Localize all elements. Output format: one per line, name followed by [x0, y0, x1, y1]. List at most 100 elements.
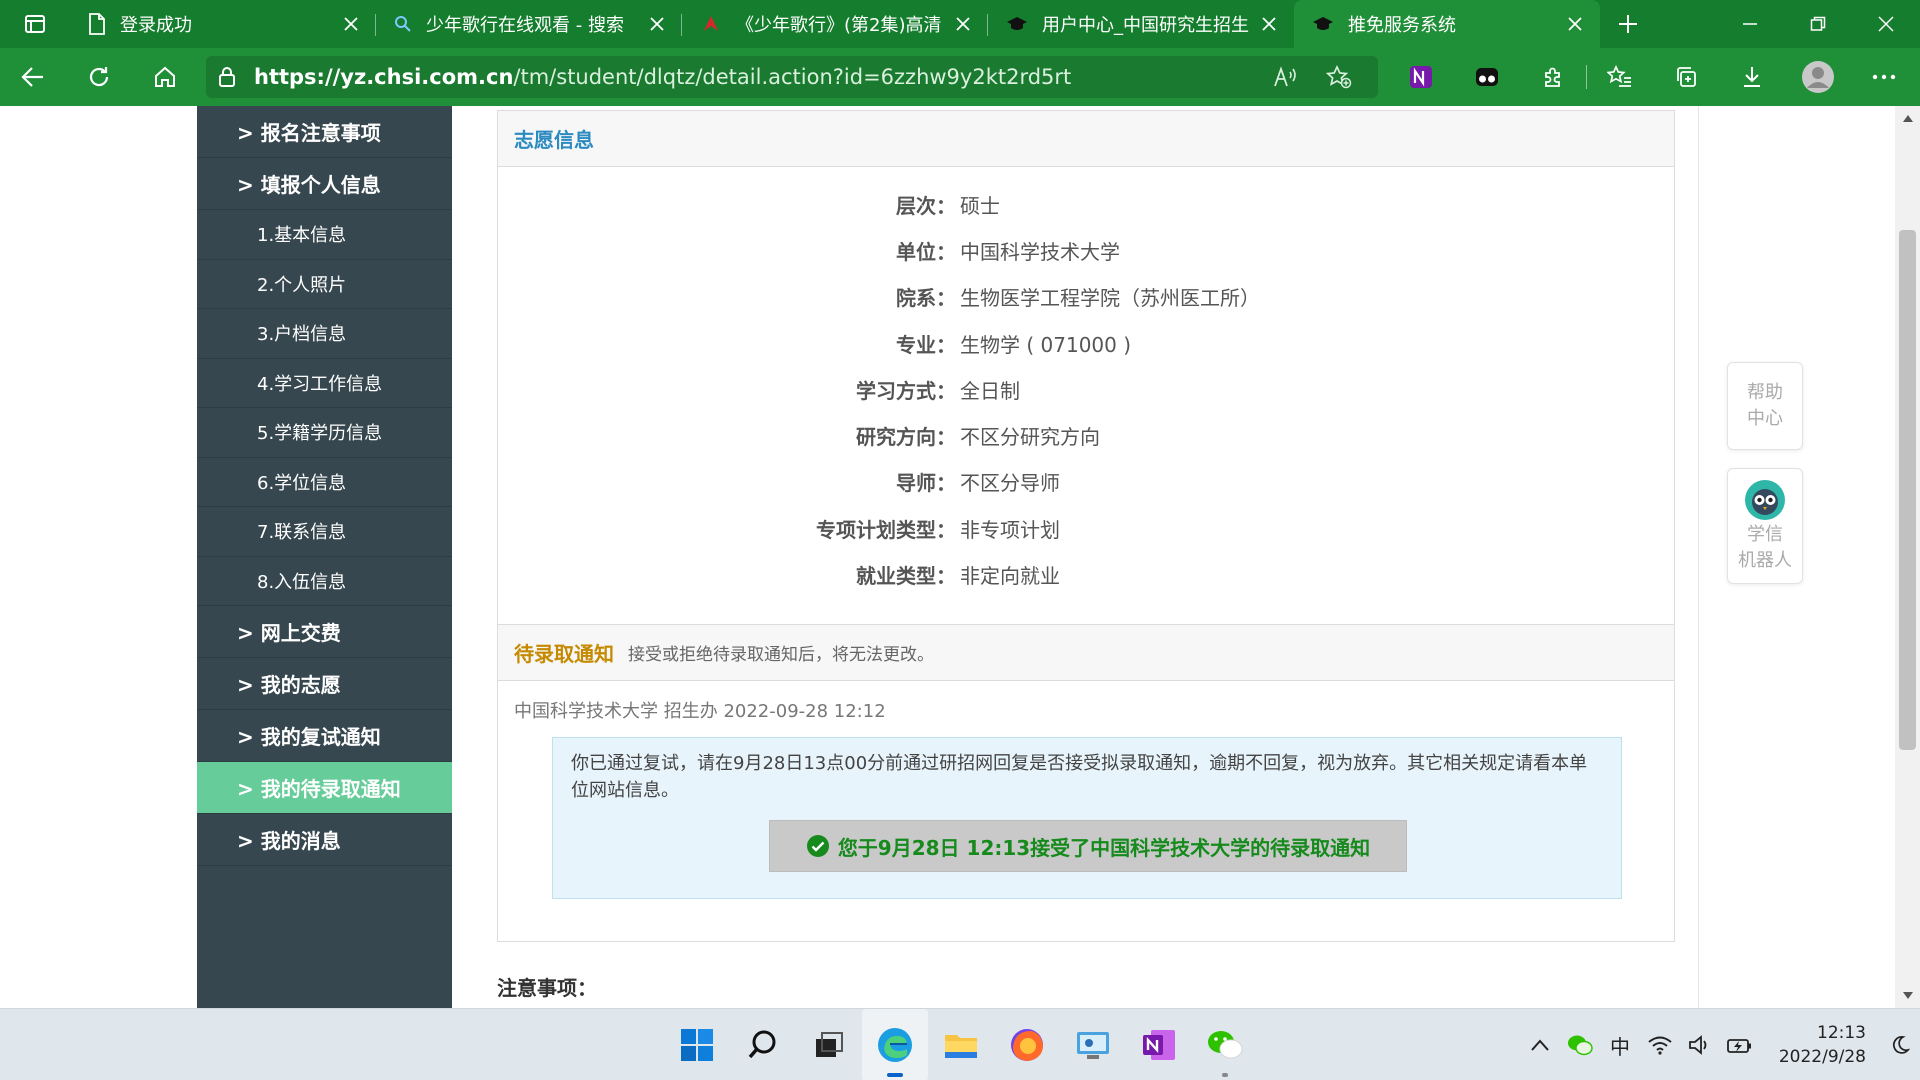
- robot-owl-icon: [1745, 480, 1785, 520]
- new-tab-button[interactable]: [1600, 0, 1656, 48]
- sidebar-item-5[interactable]: 4.学习工作信息: [197, 359, 452, 408]
- clock-date: 2022/9/28: [1778, 1047, 1866, 1067]
- downloads-button[interactable]: [1719, 48, 1785, 106]
- sidebar-item-4[interactable]: 3.户档信息: [197, 309, 452, 359]
- minimize-button[interactable]: [1716, 0, 1784, 48]
- sidebar-item-2[interactable]: 1.基本信息: [197, 210, 452, 260]
- show-hidden-icons-button[interactable]: [1520, 1009, 1560, 1080]
- sidebar-item-7[interactable]: 6.学位信息: [197, 458, 452, 507]
- info-label: 层次：: [896, 193, 956, 218]
- close-icon[interactable]: [646, 13, 668, 35]
- chsi-robot-button[interactable]: 学信 机器人: [1727, 468, 1803, 584]
- home-button[interactable]: [132, 48, 198, 106]
- profile-button[interactable]: [1785, 48, 1851, 106]
- info-row: 导师： 不区分导师: [498, 459, 1674, 505]
- help-center-button[interactable]: 帮助 中心: [1727, 362, 1803, 450]
- sidebar-item-label: 7.联系信息: [257, 522, 347, 544]
- system-tray: 中 12:13 2022/9/28: [1520, 1009, 1920, 1080]
- tab-login-success[interactable]: 登录成功: [70, 0, 376, 48]
- page-scrollbar[interactable]: [1895, 106, 1920, 1008]
- info-label: 院系：: [896, 286, 956, 311]
- tab-video[interactable]: 《少年歌行》(第2集)高清: [682, 0, 988, 48]
- notice-title: 待录取通知: [514, 642, 614, 666]
- toolbar-extensions: [1388, 48, 1917, 106]
- taskbar-clock[interactable]: 12:13 2022/9/28: [1770, 1021, 1866, 1069]
- refresh-button[interactable]: [66, 48, 132, 106]
- wifi-icon: [1648, 1036, 1672, 1055]
- taskbar-search-button[interactable]: [730, 1009, 796, 1080]
- taskbar-edge[interactable]: [862, 1009, 928, 1080]
- help-label-line1: 帮助: [1747, 382, 1783, 403]
- address-bar[interactable]: https://yz.chsi.com.cn/tm/student/dlqtz/…: [206, 56, 1378, 98]
- add-favorite-button[interactable]: [1312, 56, 1366, 98]
- sidebar-item-12[interactable]: > 我的复试通知: [197, 710, 452, 762]
- sidebar-item-11[interactable]: > 我的志愿: [197, 658, 452, 710]
- taskbar-onenote[interactable]: [1126, 1009, 1192, 1080]
- window-close-button[interactable]: [1852, 0, 1920, 48]
- scroll-thumb[interactable]: [1899, 230, 1916, 750]
- sidebar-item-3[interactable]: 2.个人照片: [197, 260, 452, 309]
- robot-label-line1: 学信: [1747, 524, 1783, 545]
- close-icon[interactable]: [1258, 13, 1280, 35]
- sidebar-item-13[interactable]: > 我的待录取通知: [197, 762, 452, 814]
- scroll-up-icon[interactable]: [1899, 108, 1916, 128]
- restore-icon: [1810, 16, 1826, 31]
- input-method-indicator[interactable]: 中: [1600, 1009, 1640, 1080]
- sidebar-item-9[interactable]: 8.入伍信息: [197, 557, 452, 606]
- extensions-button[interactable]: [1520, 48, 1586, 106]
- tab-user-center[interactable]: 用户中心_中国研究生招生: [988, 0, 1294, 48]
- taskbar-wechat[interactable]: [1192, 1009, 1258, 1080]
- tab-search[interactable]: 少年歌行在线观看 - 搜索: [376, 0, 682, 48]
- sidebar-item-label: > 网上交费: [237, 621, 341, 645]
- info-value: 不区分研究方向: [960, 425, 1100, 450]
- battery-button[interactable]: [1720, 1009, 1760, 1080]
- task-view-button[interactable]: [796, 1009, 862, 1080]
- info-value: 中国科学技术大学: [960, 239, 1120, 264]
- sidebar-item-14[interactable]: > 我的消息: [197, 814, 452, 866]
- sidebar-item-0[interactable]: > 报名注意事项: [197, 106, 452, 158]
- back-button[interactable]: [0, 48, 66, 106]
- close-icon[interactable]: [1564, 13, 1586, 35]
- volume-button[interactable]: [1680, 1009, 1720, 1080]
- info-value: 生物医学工程学院（苏州医工所）: [960, 286, 1260, 311]
- restore-button[interactable]: [1784, 0, 1852, 48]
- battery-charging-icon: [1727, 1039, 1751, 1053]
- close-icon: [1878, 16, 1894, 32]
- window-controls: [1716, 0, 1920, 48]
- tray-wechat-button[interactable]: [1560, 1009, 1600, 1080]
- sidebar-item-10[interactable]: > 网上交费: [197, 606, 452, 658]
- info-value: 生物学 ( 071000 ): [960, 332, 1132, 357]
- sidebar-item-8[interactable]: 7.联系信息: [197, 507, 452, 557]
- scroll-down-icon[interactable]: [1899, 986, 1916, 1006]
- taskbar-firefox[interactable]: [994, 1009, 1060, 1080]
- close-icon[interactable]: [340, 13, 362, 35]
- favorites-button[interactable]: [1587, 48, 1653, 106]
- info-row: 专项计划类型： 非专项计划: [498, 505, 1674, 551]
- volunteer-info-list: 层次： 硕士 单位： 中国科学技术大学 院系： 生物医学工程学院（苏州医工所） 专业： 生物学…: [498, 167, 1674, 625]
- info-row: 专业： 生物学 ( 071000 ): [498, 320, 1674, 366]
- reader-extension-button[interactable]: [1454, 48, 1520, 106]
- settings-menu-button[interactable]: [1851, 48, 1917, 106]
- windows-logo-icon: [681, 1029, 713, 1061]
- sidebar-item-1[interactable]: > 填报个人信息: [197, 158, 452, 210]
- browser-tab-strip: 登录成功 少年歌行在线观看 - 搜索 《少年歌行》(第2集)高清 用户中心_中国…: [0, 0, 1920, 48]
- tab-recommendation-system[interactable]: 推免服务系统: [1294, 0, 1600, 48]
- sidebar-item-label: 6.学位信息: [257, 472, 347, 494]
- start-button[interactable]: [664, 1009, 730, 1080]
- taskbar-control-panel[interactable]: [1060, 1009, 1126, 1080]
- sidebar-item-label: > 报名注意事项: [237, 121, 381, 145]
- sidebar-item-6[interactable]: 5.学籍学历信息: [197, 408, 452, 458]
- focus-assist-button[interactable]: [1880, 1009, 1920, 1080]
- close-icon[interactable]: [952, 13, 974, 35]
- lock-icon[interactable]: [218, 66, 236, 88]
- plus-icon: [1619, 15, 1637, 33]
- tab-actions-button[interactable]: [0, 0, 70, 48]
- collections-button[interactable]: [1653, 48, 1719, 106]
- read-aloud-icon: [1274, 66, 1296, 87]
- sidebar-item-label: > 我的待录取通知: [237, 777, 401, 801]
- read-aloud-button[interactable]: [1258, 56, 1312, 98]
- taskbar-file-explorer[interactable]: [928, 1009, 994, 1080]
- wifi-button[interactable]: [1640, 1009, 1680, 1080]
- onenote-icon: [1143, 1030, 1175, 1060]
- onenote-extension-button[interactable]: [1388, 48, 1454, 106]
